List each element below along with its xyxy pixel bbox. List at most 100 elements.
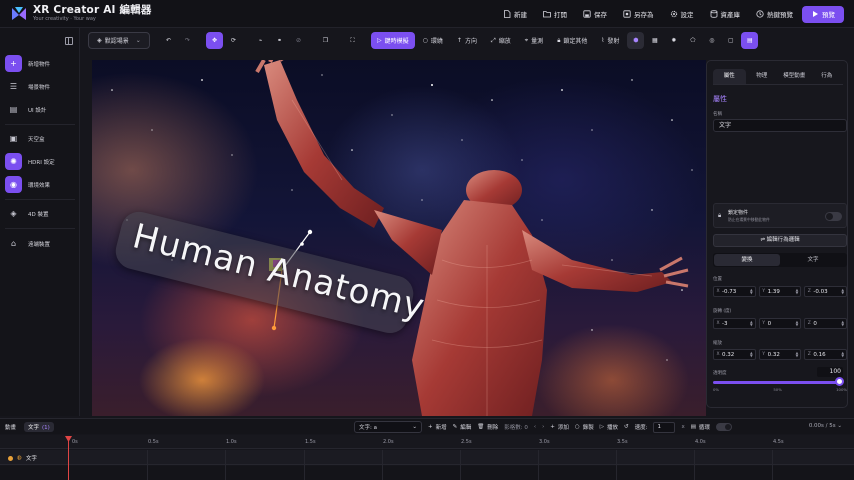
direction-button[interactable]: ↑ 方向 (451, 32, 483, 49)
track-chip[interactable]: 文字 (1) (24, 421, 54, 432)
edit-behavior-button[interactable]: ⇌ 編輯行為邏輯 (713, 234, 847, 247)
position-y-field[interactable]: Y 1.39 ▲ ▼ (758, 286, 802, 297)
rotation-z-field[interactable]: Z 0 ▲ ▼ (804, 318, 848, 329)
app-title: XR Creator AI 編輯器 (33, 3, 152, 16)
skybox-icon: ▣ (9, 134, 18, 143)
plus-icon: + (5, 55, 22, 72)
lock-toggle[interactable] (825, 212, 842, 221)
focus-button[interactable]: ⛶ (344, 32, 361, 49)
sidebar-item-hdri[interactable]: ✺ HDRI 設定 (5, 153, 75, 170)
timeline-track[interactable]: ◍ 文字 (0, 450, 854, 465)
scene-select[interactable]: ◈ 默認場景 ⌄ (88, 32, 150, 49)
speed-input[interactable]: 1 (653, 421, 676, 433)
link-tool-button[interactable]: ⚭ (271, 32, 288, 49)
grid-line (538, 450, 539, 480)
next-frame-icon[interactable]: › (542, 424, 544, 430)
rotation-y-field[interactable]: Y 0 ▲ ▼ (758, 318, 802, 329)
snap-mode-button[interactable]: ▷ 鍵時模擬 (371, 32, 415, 49)
add-clip-button[interactable]: + 新增 (428, 423, 447, 431)
menu-settings[interactable]: 設定 (663, 4, 701, 24)
duplicate-button[interactable]: ❐ (317, 32, 334, 49)
menu-save[interactable]: 保存 (576, 4, 614, 24)
sidebar-item-label: 新增物件 (28, 61, 51, 68)
timeline-empty-area[interactable] (0, 466, 854, 480)
scale-button[interactable]: ⤢ 縮放 (485, 32, 517, 49)
opacity-slider-track[interactable] (713, 381, 839, 384)
anatomy-figure (255, 60, 689, 416)
opacity-slider-handle[interactable] (835, 377, 844, 386)
sidebar-item-4d-device[interactable]: ◈ 4D 裝置 (5, 205, 75, 222)
menu-hotkeys[interactable]: 熱鍵預覽 (749, 4, 800, 24)
sidebar-item-scene-objects[interactable]: ☰ 場景物件 (5, 78, 75, 95)
stepper-icon[interactable]: ▲ ▼ (796, 320, 799, 327)
timeline-ruler[interactable]: 0s 0.5s 1.0s 1.5s 2.0s 2.5s 3.0s 3.5s 4.… (0, 435, 854, 449)
scene-viewport[interactable]: Human Anatomy (92, 60, 706, 416)
view-mode-shape-button[interactable]: ⬠ (684, 32, 701, 49)
reset-icon[interactable]: ↺ (624, 424, 629, 430)
playhead[interactable] (68, 436, 69, 480)
publish-button[interactable]: ⌇ 發射 (595, 32, 625, 49)
stepper-icon[interactable]: ▲ ▼ (841, 288, 844, 295)
orbit-button[interactable]: ○ 環繞 (417, 32, 449, 49)
stepper-icon[interactable]: ▲ ▼ (841, 351, 844, 358)
insert-keyframe-button[interactable]: + 添加 (550, 423, 569, 431)
preview-button[interactable]: 預覽 (802, 5, 844, 23)
tab-behavior[interactable]: 行為 (811, 69, 844, 84)
sidebar-item-skybox[interactable]: ▣ 天空盒 (5, 130, 75, 147)
hotkey-icon (756, 10, 764, 18)
stepper-icon[interactable]: ▲ ▼ (750, 288, 753, 295)
record-button[interactable]: ○ 錄製 (575, 423, 594, 431)
delete-clip-button[interactable]: 🗑︎ 刪除 (477, 423, 498, 431)
view-mode-wire-button[interactable]: ▦ (646, 32, 663, 49)
save-as-icon (623, 10, 631, 18)
menu-new[interactable]: 新建 (496, 4, 534, 24)
stepper-icon[interactable]: ▲ ▼ (841, 320, 844, 327)
view-mode-env-button[interactable]: ◎ (703, 32, 720, 49)
prev-frame-icon[interactable]: ‹ (534, 424, 536, 430)
scale-y-field[interactable]: Y 0.32 ▲ ▼ (758, 349, 802, 360)
redo-button[interactable]: ↷ (179, 32, 196, 49)
stepper-icon[interactable]: ▲ ▼ (796, 288, 799, 295)
scale-x-field[interactable]: X 0.32 ▲ ▼ (713, 349, 756, 360)
name-field[interactable]: 文字 (713, 119, 847, 132)
menu-assets[interactable]: 資產庫 (703, 4, 748, 24)
animation-target-select[interactable]: 文字: a ⌄ (354, 421, 422, 433)
sidebar-item-add-object[interactable]: + 新增物件 (5, 55, 75, 72)
position-x-field[interactable]: X -0.73 ▲ ▼ (713, 286, 756, 297)
rotation-x-field[interactable]: X -3 ▲ ▼ (713, 318, 756, 329)
measure-button[interactable]: ⌖ 量測 (519, 32, 549, 49)
stepper-icon[interactable]: ▲ ▼ (796, 351, 799, 358)
sidebar-item-ui-design[interactable]: ▤ UI 設計 (5, 101, 75, 118)
edit-clip-button[interactable]: ✎ 編輯 (453, 423, 472, 431)
undo-button[interactable]: ↶ (160, 32, 177, 49)
move-tool-button[interactable]: ✥ (206, 32, 223, 49)
position-z-field[interactable]: Z -0.03 ▲ ▼ (804, 286, 848, 297)
segment-transform[interactable]: 變換 (714, 254, 780, 266)
stepper-icon[interactable]: ▲ ▼ (750, 320, 753, 327)
rotate-tool-button[interactable]: ⟳ (225, 32, 242, 49)
view-mode-solid-button[interactable]: ⬢ (627, 32, 645, 49)
menu-save-as[interactable]: 另存為 (616, 4, 661, 24)
scale-z-field[interactable]: Z 0.16 ▲ ▼ (804, 349, 848, 360)
loop-toggle[interactable] (715, 423, 732, 431)
view-mode-frame-button[interactable]: ▢ (722, 32, 739, 49)
tab-model-animation[interactable]: 模型動畫 (778, 69, 811, 84)
view-mode-layout-button[interactable]: ▤ (741, 32, 759, 49)
position-row: X -0.73 ▲ ▼ Y 1.39 ▲ ▼ Z -0.03 ▲ ▼ (713, 286, 848, 297)
menu-open[interactable]: 打開 (536, 4, 574, 24)
sidebar-item-environment[interactable]: ◉ 環境效果 (5, 176, 75, 193)
tab-physics[interactable]: 物理 (746, 69, 779, 84)
view-mode-light-button[interactable]: ✹ (665, 32, 682, 49)
unlink-tool-button[interactable]: ⊘ (290, 32, 307, 49)
sidebar-collapse-icon[interactable] (65, 37, 73, 45)
segment-text[interactable]: 文字 (780, 254, 846, 266)
animation-tab[interactable]: 動畫 (5, 423, 16, 431)
opacity-value-field[interactable]: 100 (817, 367, 843, 377)
lock-others-button[interactable]: 🔒︎ 鎖定其他 (551, 32, 593, 49)
lock-object-row: 🔒︎ 鎖定物件 防止在場景中移動此物件 (713, 203, 847, 228)
tab-properties[interactable]: 屬性 (713, 69, 746, 84)
sidebar-item-remote-device[interactable]: ⌂ 遠端裝置 (5, 235, 75, 252)
stepper-icon[interactable]: ▲ ▼ (750, 351, 753, 358)
play-button[interactable]: ▷ 播放 (600, 423, 618, 431)
bezier-tool-button[interactable]: ⌁ (252, 32, 269, 49)
